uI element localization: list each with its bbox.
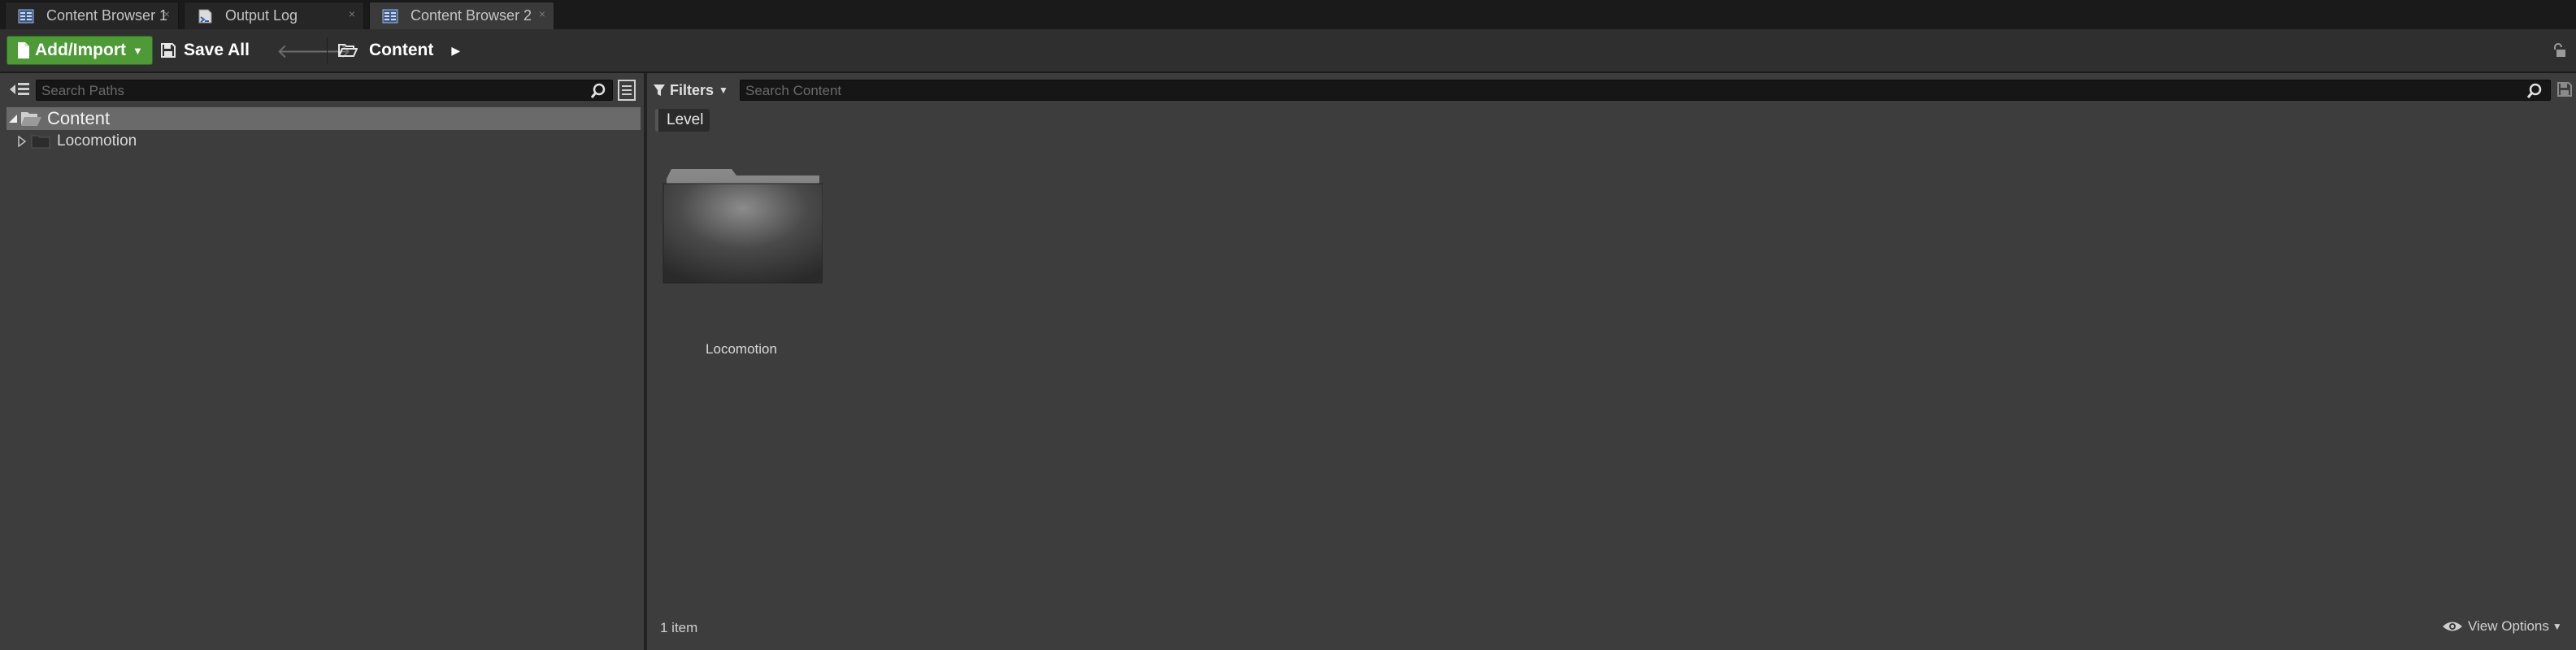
item-count: 1 item	[660, 620, 698, 635]
view-options-button[interactable]: View Options ▼	[2442, 618, 2562, 635]
save-all-label: Save All	[184, 41, 250, 59]
asset-tile-locomotion[interactable]: Locomotion	[660, 162, 828, 357]
chevron-down-icon: ▼	[719, 84, 728, 96]
tab-content-browser-2[interactable]: Content Browser 2 ×	[369, 2, 554, 29]
tree-item-locomotion[interactable]: Locomotion	[18, 130, 137, 153]
save-search-icon[interactable]	[2557, 82, 2572, 97]
search-icon[interactable]	[589, 82, 607, 100]
collapsed-arrow-icon[interactable]	[18, 136, 26, 147]
tree-item-content[interactable]: Content	[7, 107, 641, 130]
tab-label: Output Log	[225, 7, 298, 24]
filter-chip-label: Level	[667, 111, 704, 128]
list-icon	[622, 85, 632, 95]
save-all-button[interactable]: Save All	[161, 37, 250, 63]
tab-label: Content Browser 2	[411, 7, 532, 24]
tree-label: Content	[47, 108, 111, 128]
search-paths-placeholder: Search Paths	[41, 83, 125, 98]
chevron-right-icon[interactable]: ▶	[451, 44, 460, 58]
close-icon[interactable]: ×	[163, 7, 170, 20]
tab-label: Content Browser 1	[46, 7, 168, 24]
content-browser-icon	[382, 9, 398, 23]
search-content-placeholder: Search Content	[745, 83, 842, 98]
breadcrumb-content[interactable]: Content	[369, 41, 433, 60]
filter-chip-level[interactable]: Level	[655, 109, 710, 132]
tab-content-browser-1[interactable]: Content Browser 1 ×	[5, 2, 179, 29]
chevron-down-icon: ▼	[2552, 621, 2562, 632]
path-view-options-button[interactable]	[618, 80, 636, 101]
new-file-icon	[18, 42, 29, 58]
chevron-down-icon: ▼	[132, 44, 143, 57]
add-import-label: Add/Import	[35, 41, 126, 59]
tab-output-log[interactable]: Output Log ×	[184, 2, 364, 29]
save-icon	[161, 43, 176, 58]
toolbar: Add/Import ▼ Save All 🡐 🡒 Content ▶	[0, 29, 2576, 73]
eye-icon	[2443, 622, 2462, 631]
breadcrumb[interactable]: Content ▶	[338, 36, 460, 65]
folder-icon	[31, 135, 50, 149]
close-icon[interactable]: ×	[539, 7, 545, 20]
asset-label: Locomotion	[706, 341, 777, 357]
tab-bar: Content Browser 1 × Output Log × Content…	[0, 0, 2576, 29]
content-browser-icon	[18, 9, 34, 23]
filter-icon	[654, 84, 665, 96]
lock-icon[interactable]	[2551, 42, 2567, 58]
search-paths-input[interactable]: Search Paths	[36, 80, 613, 101]
search-content-input[interactable]: Search Content	[740, 80, 2551, 101]
folder-open-icon	[21, 112, 41, 126]
paths-panel: Search Paths Content Locomotion	[0, 73, 644, 650]
add-import-button[interactable]: Add/Import ▼	[7, 36, 153, 65]
close-icon[interactable]: ×	[349, 7, 355, 20]
view-options-label: View Options	[2468, 618, 2549, 634]
tree-label: Locomotion	[57, 132, 137, 150]
collapse-sources-icon[interactable]	[8, 78, 31, 101]
search-icon[interactable]	[2526, 82, 2543, 100]
filters-label: Filters	[670, 81, 715, 98]
content-panel: Filters ▼ Search Content Level Locomotio…	[647, 73, 2576, 650]
folder-icon	[662, 169, 828, 284]
toolbar-divider	[327, 37, 328, 63]
expanded-arrow-icon[interactable]	[8, 114, 18, 124]
output-log-icon	[198, 9, 212, 23]
filters-button[interactable]: Filters ▼	[654, 80, 728, 101]
folder-open-icon	[338, 44, 358, 57]
